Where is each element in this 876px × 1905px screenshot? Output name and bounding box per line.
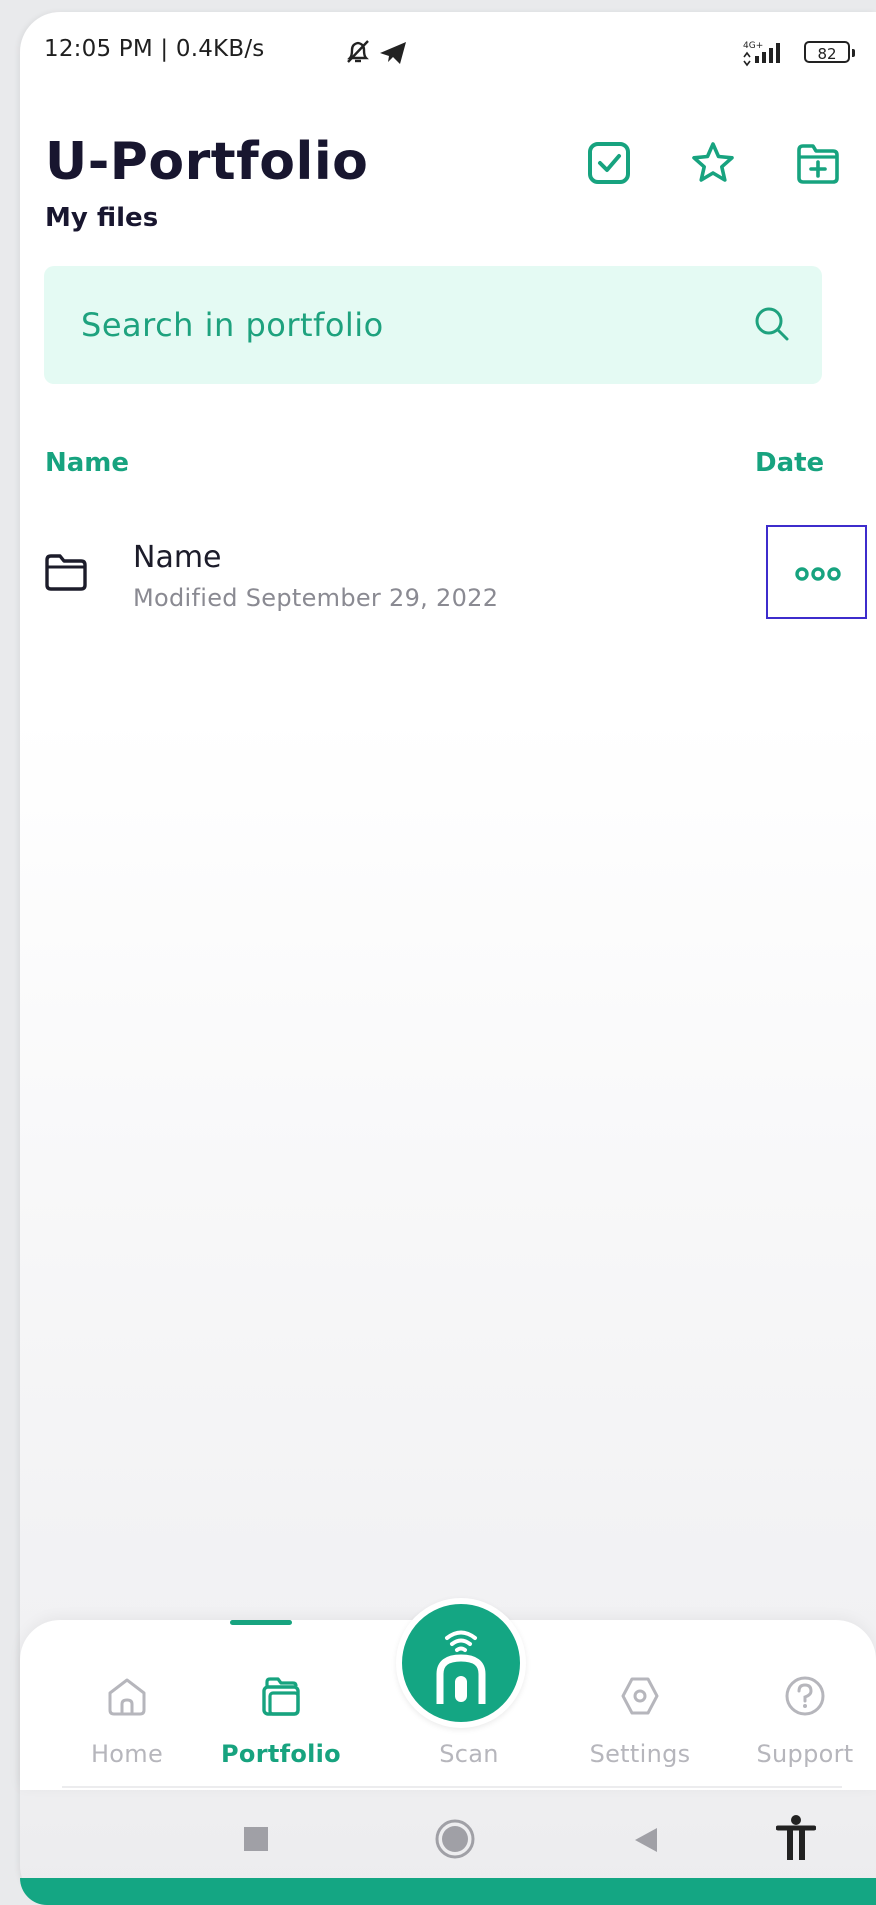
recent-apps-button[interactable] (243, 1826, 269, 1896)
folder-icon (45, 554, 87, 591)
telegram-icon (380, 42, 406, 64)
status-bar: 12:05 PM | 0.4KB/s 4G+ 82 (44, 36, 876, 76)
svg-text:4G+: 4G+ (743, 41, 763, 51)
folder-add-icon (797, 144, 839, 184)
nav-home[interactable]: Home (57, 1620, 197, 1790)
search-input[interactable]: Search in portfolio (44, 266, 822, 384)
new-folder-icon[interactable] (795, 140, 841, 186)
star-icon (692, 142, 734, 182)
accessibility-icon (775, 1815, 817, 1860)
accessibility-button[interactable] (775, 1814, 817, 1884)
list-item[interactable]: Name Modified September 29, 2022 (44, 528, 844, 628)
home-icon (108, 1678, 146, 1716)
help-icon (785, 1676, 825, 1716)
file-modified: Modified September 29, 2022 (133, 584, 499, 612)
sort-by-date[interactable]: Date (755, 448, 824, 478)
nav-support[interactable]: Support (735, 1620, 875, 1790)
nav-scan-label: Scan (439, 1740, 499, 1768)
nav-settings-label: Settings (589, 1740, 691, 1768)
nav-settings[interactable]: Settings (570, 1620, 710, 1790)
more-options-button[interactable] (766, 525, 867, 619)
bell-muted-icon (347, 40, 369, 63)
page-title: U-Portfolio (45, 132, 369, 192)
back-button[interactable] (633, 1826, 659, 1896)
nav-portfolio-label: Portfolio (221, 1740, 341, 1768)
search-icon[interactable] (752, 304, 792, 344)
home-system-button[interactable] (434, 1818, 476, 1888)
scan-button[interactable] (396, 1598, 526, 1728)
active-tab-indicator (230, 1620, 292, 1625)
nav-support-label: Support (756, 1740, 854, 1768)
circle-icon (435, 1819, 475, 1859)
sort-by-name[interactable]: Name (45, 448, 129, 478)
nav-portfolio[interactable]: Portfolio (211, 1620, 351, 1790)
select-checkbox-icon[interactable] (586, 140, 632, 186)
status-icons (344, 38, 414, 72)
settings-icon (621, 1677, 659, 1715)
portfolio-icon (262, 1677, 300, 1716)
file-name: Name (133, 540, 222, 575)
scan-icon (436, 1630, 486, 1704)
nav-home-label: Home (90, 1740, 164, 1768)
status-time: 12:05 PM | 0.4KB/s (44, 36, 265, 62)
page-subtitle: My files (45, 203, 159, 233)
more-dots-icon (795, 567, 841, 581)
back-triangle-icon (635, 1828, 657, 1852)
signal-icon: 4G+ (741, 39, 797, 71)
search-placeholder: Search in portfolio (81, 306, 384, 344)
checkbox-icon (588, 142, 630, 184)
nav-divider (62, 1786, 842, 1788)
favorites-star-icon[interactable] (690, 140, 736, 186)
battery-indicator: 82 (804, 41, 855, 63)
square-icon (244, 1827, 268, 1851)
